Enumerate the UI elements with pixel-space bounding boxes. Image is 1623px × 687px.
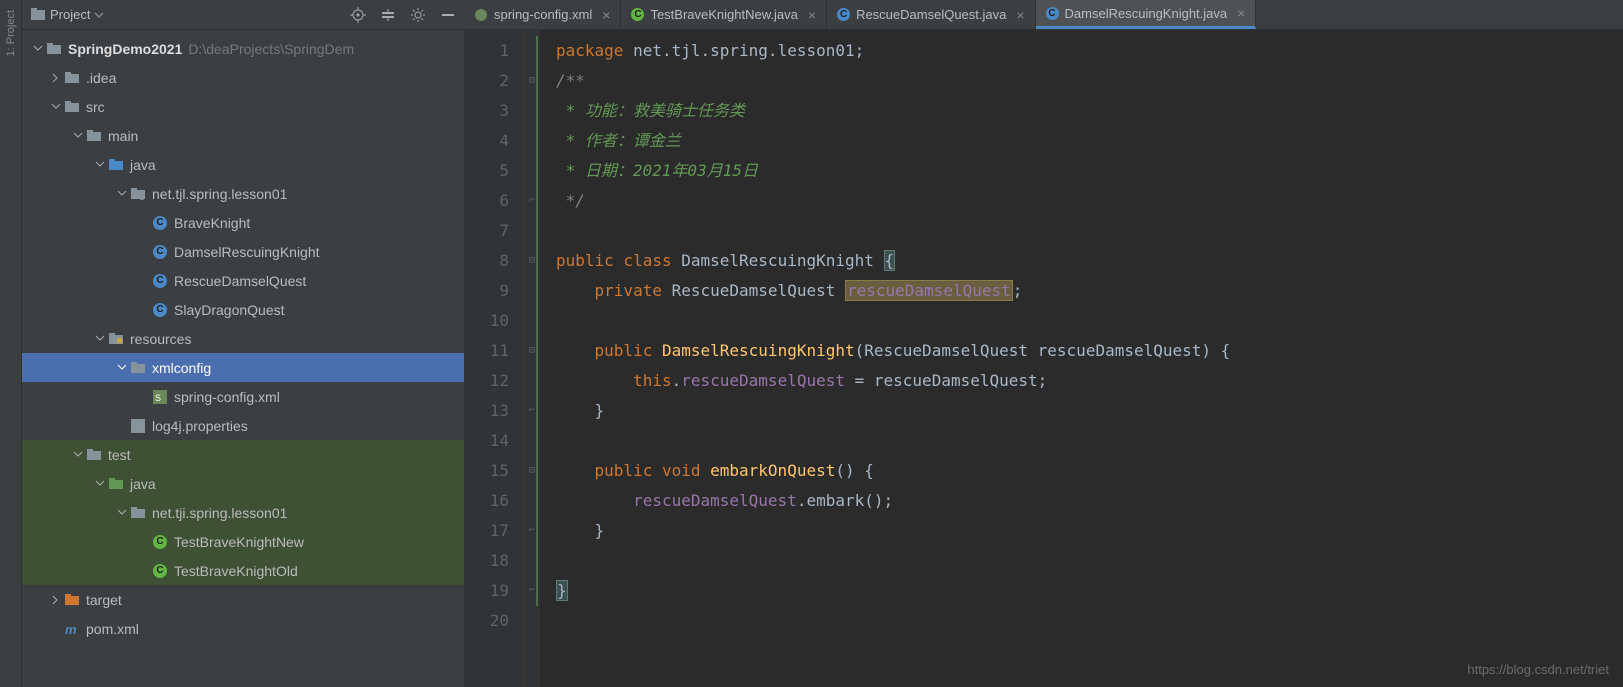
test-class-icon: C: [153, 564, 167, 578]
close-icon[interactable]: ×: [808, 7, 816, 23]
class-icon: C: [153, 303, 167, 317]
sidebar-title-text: Project: [50, 7, 90, 22]
tool-rail[interactable]: 1: Project: [0, 0, 22, 687]
tree-testclass1[interactable]: C TestBraveKnightNew: [22, 527, 464, 556]
close-icon[interactable]: ×: [1237, 5, 1245, 21]
code-content[interactable]: package net.tjl.spring.lesson01; /** * 功…: [540, 30, 1623, 687]
class-icon: C: [153, 274, 167, 288]
line-gutter: 1 2 3 4 5 6 7 8 9 10 11 12 13 14 15 16 1…: [464, 30, 524, 687]
tree-testclass2[interactable]: C TestBraveKnightOld: [22, 556, 464, 585]
tree-pom[interactable]: m pom.xml: [22, 614, 464, 643]
project-tree[interactable]: SpringDemo2021 D:\deaProjects\SpringDem …: [22, 30, 464, 687]
close-icon[interactable]: ×: [602, 7, 610, 23]
class-icon: C: [837, 8, 850, 21]
dropdown-icon[interactable]: [94, 10, 104, 20]
rail-project-label[interactable]: 1: Project: [5, 10, 17, 56]
tree-pkg1[interactable]: net.tjl.spring.lesson01: [22, 179, 464, 208]
xml-icon: S: [153, 390, 167, 404]
tree-springconfig[interactable]: S spring-config.xml: [22, 382, 464, 411]
change-marker: [536, 36, 538, 606]
code-editor[interactable]: 1 2 3 4 5 6 7 8 9 10 11 12 13 14 15 16 1…: [464, 30, 1623, 687]
close-icon[interactable]: ×: [1016, 7, 1024, 23]
tree-main[interactable]: main: [22, 121, 464, 150]
maven-icon: m: [65, 622, 79, 636]
gear-icon[interactable]: [410, 7, 426, 23]
tab-damselrescuing[interactable]: C DamselRescuingKnight.java ×: [1036, 0, 1257, 29]
tree-xmlconfig[interactable]: xmlconfig: [22, 353, 464, 382]
watermark: https://blog.csdn.net/triet: [1467, 662, 1609, 677]
editor-area: spring-config.xml × C TestBraveKnightNew…: [464, 0, 1623, 687]
class-icon: C: [153, 216, 167, 230]
locate-icon[interactable]: [350, 7, 366, 23]
project-sidebar: Project SpringDemo2021 D:\deaProjects\Sp…: [22, 0, 464, 687]
tree-class-rescuedamsel[interactable]: C RescueDamselQuest: [22, 266, 464, 295]
svg-text:S: S: [155, 393, 161, 403]
tree-idea[interactable]: .idea: [22, 63, 464, 92]
tree-java[interactable]: java: [22, 150, 464, 179]
tree-root[interactable]: SpringDemo2021 D:\deaProjects\SpringDem: [22, 34, 464, 63]
editor-tabs: spring-config.xml × C TestBraveKnightNew…: [464, 0, 1623, 30]
tree-class-slaydragon[interactable]: C SlayDragonQuest: [22, 295, 464, 324]
tree-class-damselrescuing[interactable]: C DamselRescuingKnight: [22, 237, 464, 266]
tree-javatest[interactable]: java: [22, 469, 464, 498]
class-icon: C: [1046, 7, 1059, 20]
svg-text:m: m: [65, 622, 77, 636]
tab-rescuedamsel[interactable]: C RescueDamselQuest.java ×: [827, 0, 1035, 29]
tree-test[interactable]: test: [22, 440, 464, 469]
tree-src[interactable]: src: [22, 92, 464, 121]
tree-class-braveknight[interactable]: C BraveKnight: [22, 208, 464, 237]
tree-target[interactable]: target: [22, 585, 464, 614]
test-class-icon: C: [153, 535, 167, 549]
spring-icon: [474, 8, 488, 22]
tab-testbraveknight[interactable]: C TestBraveKnightNew.java ×: [621, 0, 827, 29]
test-class-icon: C: [631, 8, 644, 21]
tab-spring-config[interactable]: spring-config.xml ×: [464, 0, 621, 29]
sidebar-header: Project: [22, 0, 464, 30]
properties-icon: [131, 419, 145, 433]
project-icon: [30, 7, 46, 23]
tree-log4j[interactable]: log4j.properties: [22, 411, 464, 440]
collapse-icon[interactable]: [380, 7, 396, 23]
class-icon: C: [153, 245, 167, 259]
tree-resources[interactable]: resources: [22, 324, 464, 353]
minimize-icon[interactable]: [440, 7, 456, 23]
tree-pkgtest[interactable]: net.tji.spring.lesson01: [22, 498, 464, 527]
